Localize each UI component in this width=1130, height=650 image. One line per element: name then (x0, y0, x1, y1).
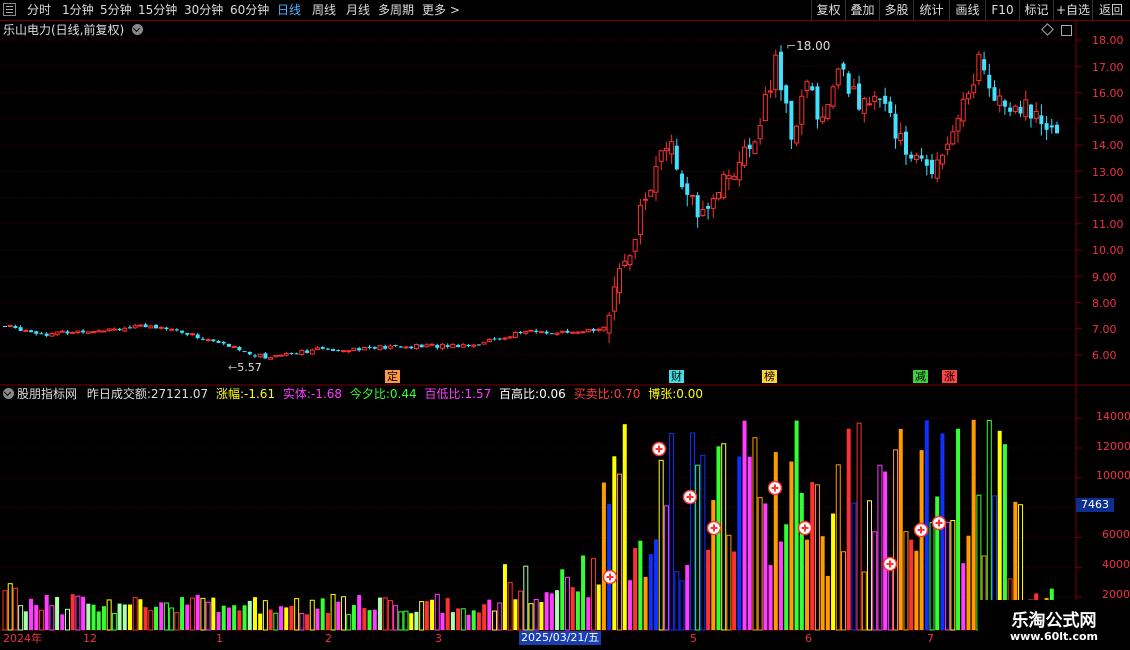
dropdown-icon[interactable] (132, 24, 144, 35)
period-tab-monthly[interactable]: 月线 (346, 2, 370, 18)
volume-tick: 14000 (1096, 410, 1130, 423)
price-tick: 15.00 (1092, 113, 1124, 126)
metric-value: -1.68 (310, 387, 343, 401)
date-label: 6 (805, 632, 812, 645)
watermark-url: www.60lt.com (1009, 630, 1099, 643)
event-tag-1[interactable]: 定 (385, 370, 400, 383)
price-tick: 8.00 (1092, 297, 1117, 310)
add-favorite-button[interactable]: +自选 (1053, 0, 1092, 20)
adjust-button[interactable]: 复权 (811, 0, 845, 20)
date-label: 2 (325, 632, 332, 645)
volume-tick: 10000 (1096, 469, 1130, 482)
price-tick: 14.00 (1092, 139, 1124, 152)
price-tick: 7.00 (1092, 323, 1117, 336)
volume-tick: 6000 (1102, 528, 1130, 541)
metric-label: 昨日成交额: (86, 387, 151, 401)
date-label: 3 (435, 632, 442, 645)
period-tab-weekly[interactable]: 周线 (312, 2, 336, 18)
low-marker: ←5.57 (228, 361, 262, 374)
period-tab-2[interactable]: 1分钟 (62, 2, 94, 18)
metric-label: 百高比: (499, 387, 540, 401)
high-marker: ⌐18.00 (786, 39, 831, 53)
date-label: 5 (690, 632, 697, 645)
period-tab-daily[interactable]: 日线 (277, 2, 301, 18)
metric-label: 买卖比: (573, 387, 614, 401)
metric-label: 今夕比: (349, 387, 390, 401)
metric-value: 0.44 (389, 387, 417, 401)
event-tag-3[interactable]: 榜 (762, 370, 777, 383)
event-tag-5[interactable]: 涨 (942, 370, 957, 383)
back-button[interactable]: 返回 (1092, 0, 1129, 20)
low-price-label: 5.57 (237, 361, 262, 374)
volume-tick: 12000 (1096, 440, 1130, 453)
price-tick: 12.00 (1092, 192, 1124, 205)
stats-button[interactable]: 统计 (913, 0, 949, 20)
metric-value: 0.06 (539, 387, 566, 401)
period-tab-4[interactable]: 15分钟 (138, 2, 177, 18)
price-tick: 10.00 (1092, 244, 1124, 257)
overlay-button[interactable]: 叠加 (845, 0, 879, 20)
metric-value: 1.57 (464, 387, 492, 401)
period-tab-3[interactable]: 5分钟 (100, 2, 132, 18)
volume-tick: 4000 (1102, 558, 1130, 571)
f10-button[interactable]: F10 (985, 0, 1019, 20)
period-tab-5[interactable]: 30分钟 (184, 2, 223, 18)
metric-label: 百低比: (424, 387, 465, 401)
multi-stock-button[interactable]: 多股 (879, 0, 913, 20)
period-tab-1[interactable]: 分时 (27, 2, 51, 18)
metric-label: 博张: (648, 387, 677, 401)
event-tag-2[interactable]: 财 (669, 370, 684, 383)
price-tick: 17.00 (1092, 61, 1124, 74)
price-tick: 13.00 (1092, 166, 1124, 179)
mark-button[interactable]: 标记 (1019, 0, 1053, 20)
price-tick: 11.00 (1092, 218, 1124, 231)
event-tag-4[interactable]: 减 (913, 370, 928, 383)
date-label: 1 (216, 632, 223, 645)
chart-canvas[interactable] (0, 21, 1130, 650)
watermark: 乐淘公式网 www.60lt.com (978, 600, 1130, 650)
period-tab-6[interactable]: 60分钟 (230, 2, 269, 18)
indicator-header: 股朋指标网 昨日成交额:27121.07 涨幅:-1.61 实体:-1.68 今… (3, 387, 703, 401)
cursor-date-label: 2025/03/21/五 (519, 631, 602, 645)
period-tab-multi[interactable]: 多周期 (378, 2, 414, 18)
main-chart-title: 乐山电力(日线,前复权) (3, 23, 146, 37)
stock-title: 乐山电力(日线,前复权) (3, 23, 125, 37)
toolbar: 分时 1分钟 5分钟 15分钟 30分钟 60分钟 日线 周线 月线 多周期 更… (0, 0, 1130, 21)
current-value-badge: 7463 (1076, 498, 1114, 512)
indicator-menu-icon[interactable] (3, 388, 14, 399)
price-tick: 9.00 (1092, 271, 1117, 284)
metric-value: 0.00 (676, 387, 703, 401)
metric-label: 实体: (282, 387, 311, 401)
menu-icon[interactable] (3, 3, 16, 16)
date-label: 12 (83, 632, 97, 645)
draw-button[interactable]: 画线 (949, 0, 985, 20)
more-menu[interactable]: 更多 > (422, 2, 460, 18)
date-label: 2024年 (3, 632, 42, 645)
watermark-title: 乐淘公式网 (1011, 611, 1097, 631)
high-price-label: 18.00 (796, 39, 831, 53)
metric-value: 0.70 (613, 387, 641, 401)
indicator-name: 股朋指标网 (17, 387, 78, 401)
price-tick: 16.00 (1092, 87, 1124, 100)
date-label: 7 (927, 632, 934, 645)
maximize-icon[interactable] (1061, 25, 1072, 36)
metric-value: 27121.07 (150, 387, 209, 401)
price-tick: 18.00 (1092, 34, 1124, 47)
price-tick: 6.00 (1092, 349, 1117, 362)
metric-label: 涨幅: (215, 387, 245, 401)
metric-value: -1.61 (244, 387, 276, 401)
